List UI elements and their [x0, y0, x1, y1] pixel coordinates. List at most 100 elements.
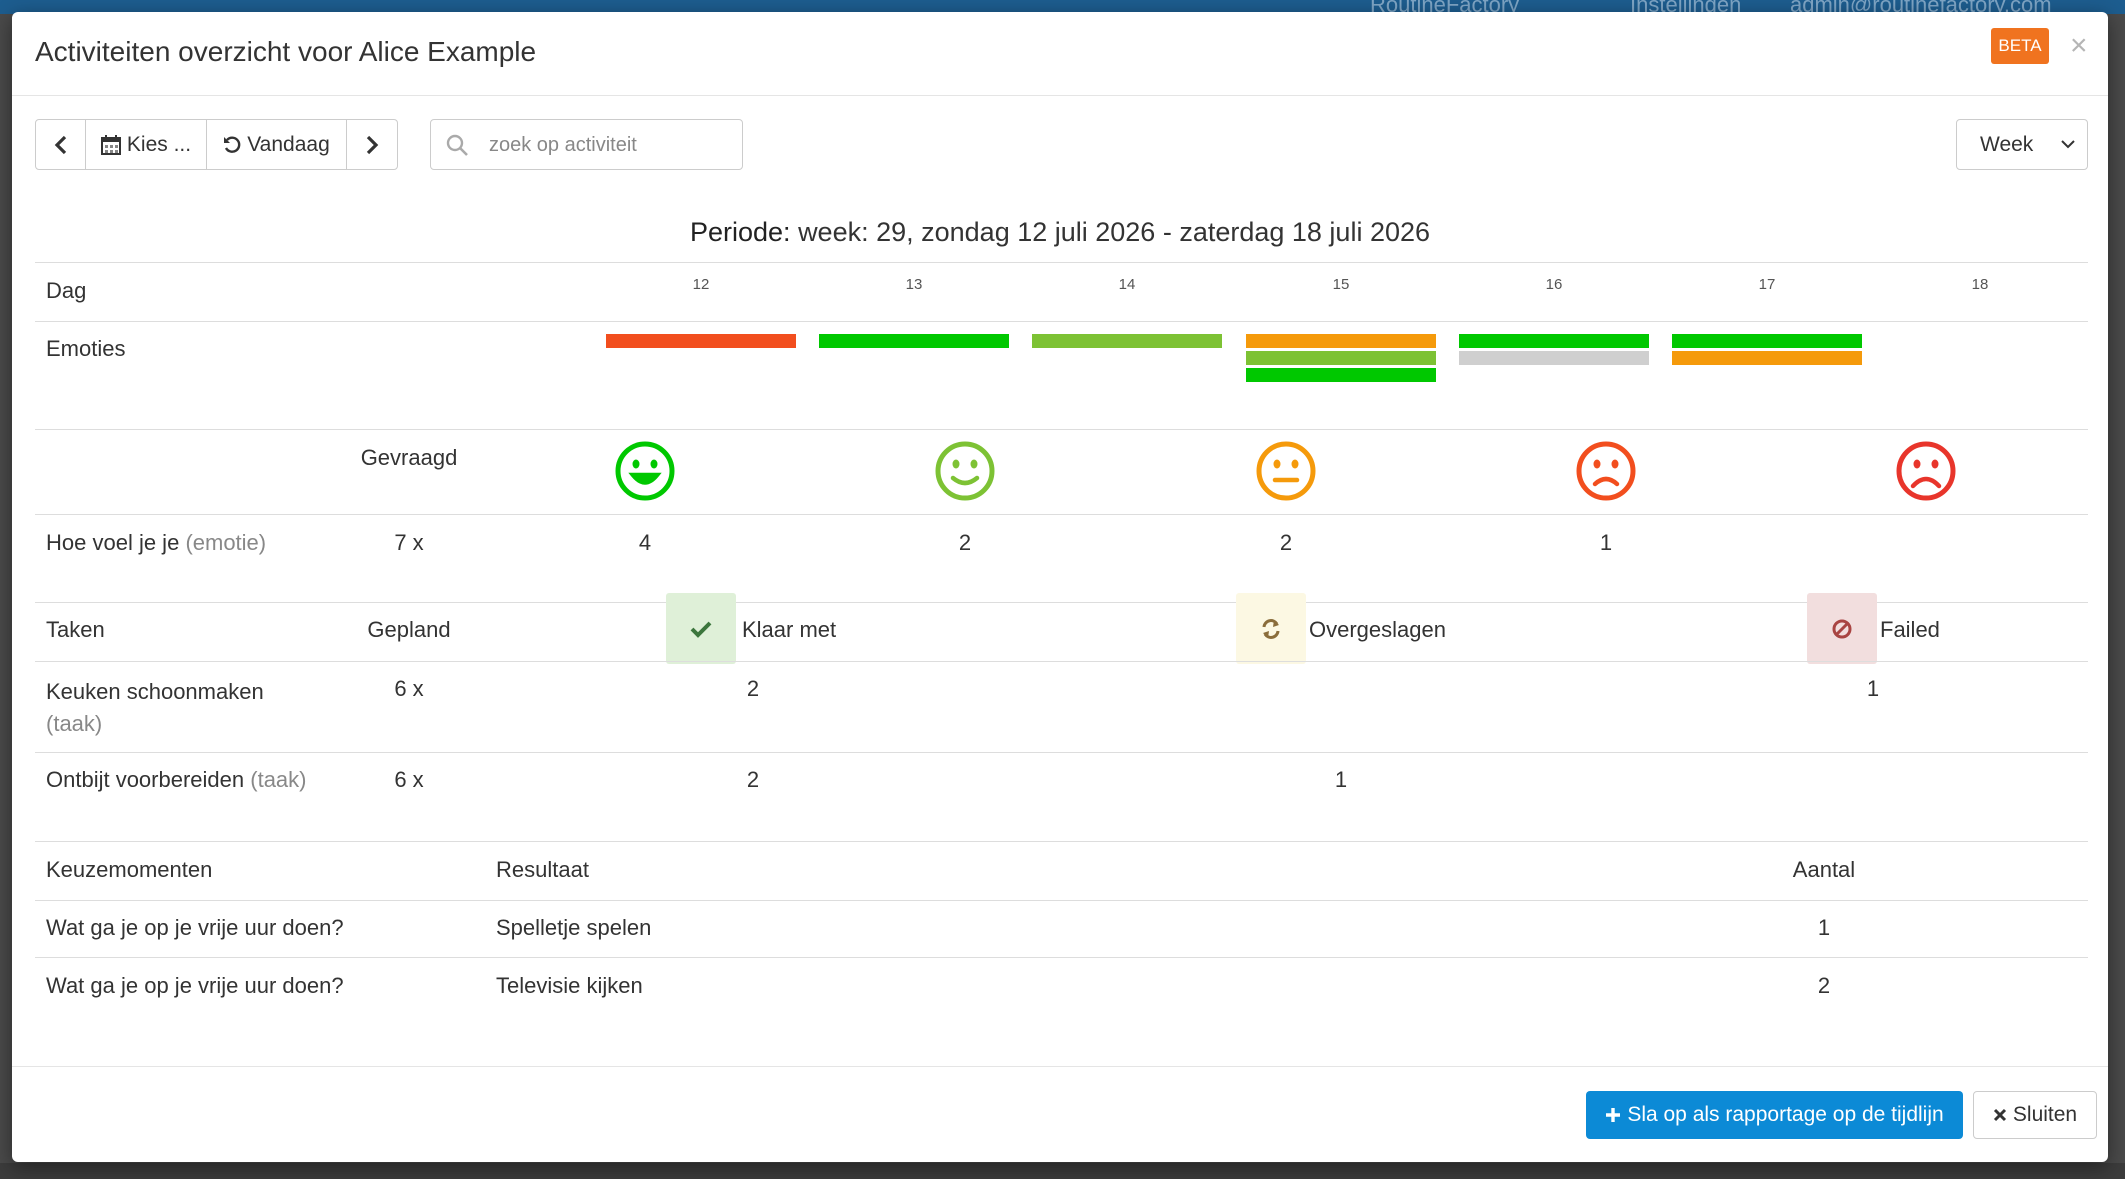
tasks-header: Taken	[46, 617, 105, 642]
status-done-label: Klaar met	[742, 617, 837, 642]
very-sad-smiley-icon	[1896, 441, 1956, 501]
divider	[35, 262, 2088, 263]
day-number: 14	[1118, 276, 1136, 293]
status-failed-label: Failed	[1880, 617, 1940, 642]
check-icon	[690, 621, 712, 638]
choice-count: 1	[1817, 915, 1831, 940]
period-select[interactable]: Week	[1956, 119, 2088, 170]
task-name: Keuken schoonmaken (taak)	[46, 676, 264, 740]
ban-icon	[1832, 619, 1852, 638]
emotion-bar-happy	[1246, 351, 1436, 365]
day-number: 12	[692, 276, 710, 293]
search-icon	[446, 134, 468, 156]
task-failed-count: 1	[1866, 676, 1880, 701]
emotion-bar-happy	[1032, 334, 1222, 348]
task-planned: 6 x	[394, 767, 424, 792]
close-icon[interactable]: ×	[2070, 28, 2088, 64]
result-header: Resultaat	[496, 857, 589, 882]
task-skipped-count: 1	[1334, 767, 1348, 792]
chevron-right-icon	[366, 135, 379, 154]
task-type: (taak)	[46, 711, 103, 736]
times-icon	[1993, 1108, 2006, 1122]
today-label: Vandaag	[247, 132, 330, 156]
choice-result: Televisie kijken	[496, 973, 643, 998]
day-number: 16	[1545, 276, 1563, 293]
task-name: Ontbijt voorbereiden (taak)	[46, 767, 307, 793]
sad-smiley-icon	[1576, 441, 1636, 501]
undo-icon	[224, 136, 241, 153]
very-happy-smiley-icon	[615, 441, 675, 501]
chevron-left-icon	[54, 135, 66, 154]
save-report-button[interactable]: Sla op als rapportage op de tijdlijn	[1586, 1091, 1963, 1139]
beta-badge: BETA	[1991, 28, 2049, 64]
choice-count: 2	[1817, 973, 1831, 998]
divider	[35, 602, 2088, 603]
emotion-bar-sad	[606, 334, 796, 348]
day-number: 18	[1971, 276, 1989, 293]
calendar-icon	[100, 134, 121, 155]
emotion-count: 2	[958, 530, 972, 555]
today-button[interactable]: Vandaag	[207, 120, 347, 169]
activity-overview-modal: Activiteiten overzicht voor Alice Exampl…	[12, 12, 2108, 1162]
task-done-count: 2	[746, 767, 760, 792]
period-text: week: 29, zondag 12 juli 2026 - zaterdag…	[798, 217, 1431, 247]
modal-title: Activiteiten overzicht voor Alice Exampl…	[35, 36, 537, 67]
day-number: 17	[1758, 276, 1776, 293]
choose-date-button[interactable]: Kies ...	[86, 120, 207, 169]
day-number: 13	[905, 276, 923, 293]
neutral-smiley-icon	[1256, 441, 1316, 501]
emotion-type: (emotie)	[185, 530, 267, 555]
period-heading: Periode: week: 29, zondag 12 juli 2026 -…	[12, 217, 2108, 248]
next-period-button[interactable]	[347, 120, 397, 169]
emotion-row-label: Hoe voel je je (emotie)	[46, 530, 266, 556]
divider	[35, 752, 2088, 753]
status-done-tile	[666, 593, 736, 664]
previous-period-button[interactable]	[36, 120, 86, 169]
emotion-bar-unknown	[1459, 351, 1649, 365]
emotion-count: 4	[638, 530, 652, 555]
divider	[35, 321, 2088, 322]
task-name-text: Keuken schoonmaken	[46, 679, 264, 704]
choose-date-label: Kies ...	[126, 132, 192, 156]
planned-header: Gepland	[367, 617, 451, 642]
choice-question: Wat ga je op je vrije uur doen?	[46, 973, 344, 998]
period-navigation: Kies ... Vandaag	[35, 119, 398, 170]
close-label: Sluiten	[2012, 1103, 2078, 1126]
choice-result: Spelletje spelen	[496, 915, 652, 940]
emotion-bar-very_happy	[1459, 334, 1649, 348]
happy-smiley-icon	[935, 441, 995, 501]
divider	[35, 957, 2088, 958]
chevron-down-icon	[2061, 140, 2075, 149]
close-button[interactable]: Sluiten	[1973, 1091, 2097, 1139]
task-planned: 6 x	[394, 676, 424, 701]
period-select-value: Week	[1980, 132, 2034, 156]
day-header: Dag	[46, 278, 87, 303]
task-name-text: Ontbijt voorbereiden	[46, 767, 245, 792]
refresh-icon	[1262, 618, 1280, 639]
divider	[35, 514, 2088, 515]
save-report-label: Sla op als rapportage op de tijdlijn	[1627, 1103, 1944, 1126]
task-type: (taak)	[250, 767, 307, 792]
status-skipped-label: Overgeslagen	[1309, 617, 1446, 642]
modal-header: Activiteiten overzicht voor Alice Exampl…	[12, 12, 2108, 96]
status-skipped-tile	[1236, 593, 1306, 664]
emotions-header: Emoties	[46, 336, 126, 361]
emotion-bar-neutral	[1672, 351, 1862, 365]
choice-question: Wat ga je op je vrije uur doen?	[46, 915, 344, 940]
divider	[35, 429, 2088, 430]
activity-search-input[interactable]	[489, 129, 729, 161]
emotion-asked-count: 7 x	[394, 530, 424, 555]
emotion-bar-very_happy	[1246, 368, 1436, 382]
plus-icon	[1606, 1108, 1621, 1122]
divider	[35, 841, 2088, 842]
emotion-bar-very_happy	[819, 334, 1009, 348]
status-failed-tile	[1807, 593, 1877, 664]
background-bottom	[0, 1163, 2125, 1179]
choices-header: Keuzemomenten	[46, 857, 213, 882]
count-header: Aantal	[1792, 857, 1856, 882]
period-label: Periode:	[689, 217, 791, 247]
emotion-count: 2	[1279, 530, 1293, 555]
modal-footer-divider	[12, 1066, 2108, 1067]
emotion-bar-very_happy	[1672, 334, 1862, 348]
emotion-question: Hoe voel je je	[46, 530, 180, 555]
